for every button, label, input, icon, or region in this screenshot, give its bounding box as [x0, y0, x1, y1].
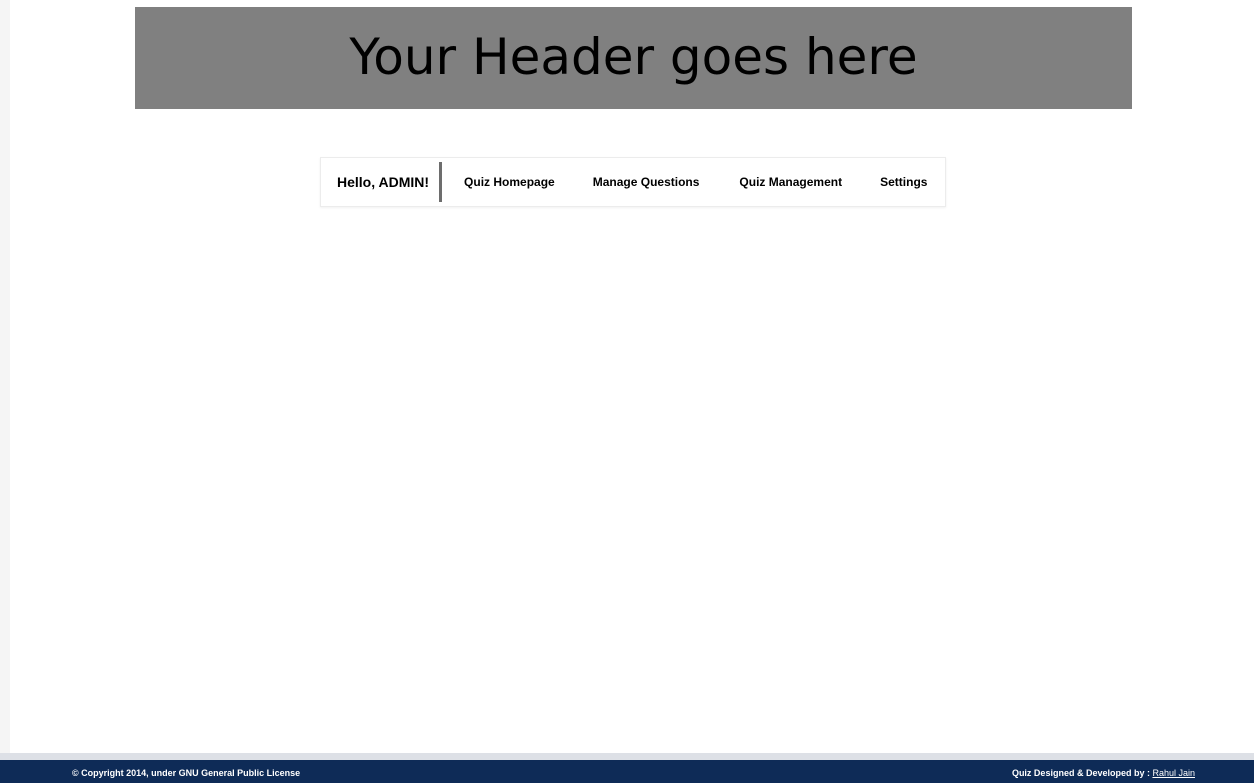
footer-credit: Quiz Designed & Developed by : Rahul Jai…: [1012, 768, 1195, 778]
nav-item-manage-questions[interactable]: Manage Questions: [593, 175, 700, 189]
footer: © Copyright 2014, under GNU General Publ…: [0, 760, 1254, 783]
nav-item-settings[interactable]: Settings: [880, 175, 927, 189]
footer-author-link[interactable]: Rahul Jain: [1152, 768, 1195, 778]
header-banner: Your Header goes here: [135, 7, 1132, 109]
header-title: Your Header goes here: [349, 28, 918, 86]
footer-copyright: © Copyright 2014, under GNU General Publ…: [72, 768, 301, 778]
left-gutter: [0, 0, 10, 753]
nav-item-quiz-management[interactable]: Quiz Management: [739, 175, 842, 189]
footer-stripe: [0, 753, 1254, 760]
greeting-text: Hello, ADMIN!: [337, 174, 430, 190]
footer-credit-prefix: Quiz Designed & Developed by :: [1011, 768, 1153, 778]
nav-divider: [439, 162, 443, 202]
nav-bar: Hello, ADMIN! Quiz Homepage Manage Quest…: [320, 157, 946, 207]
nav-item-quiz-homepage[interactable]: Quiz Homepage: [464, 175, 555, 189]
